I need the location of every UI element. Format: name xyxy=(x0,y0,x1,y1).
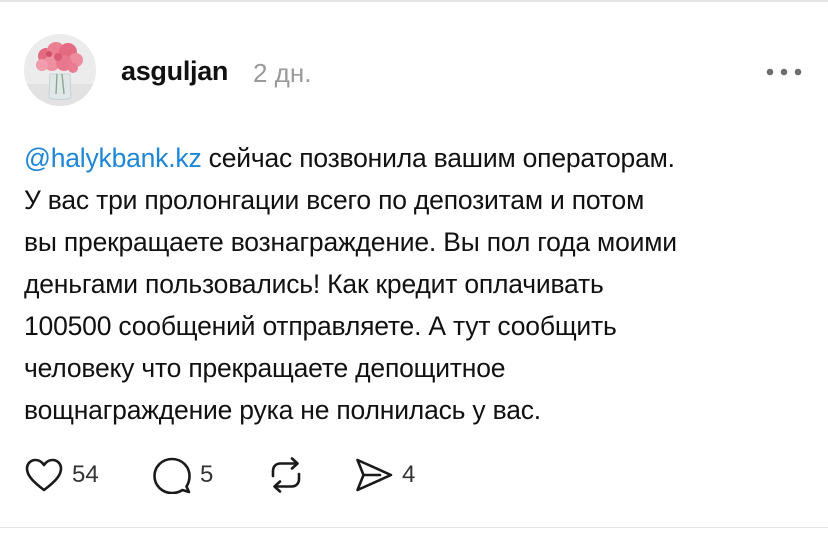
post-text-segment: сейчас позвонила вашим операторам. xyxy=(201,143,675,173)
share-count: 4 xyxy=(402,461,416,488)
avatar[interactable] xyxy=(24,34,96,106)
like-count: 54 xyxy=(72,461,99,488)
mention-link[interactable]: @halykbank.kz xyxy=(24,143,202,173)
top-divider xyxy=(0,0,828,2)
post-timestamp: 2 дн. xyxy=(253,58,312,88)
reply-button[interactable]: 5 xyxy=(152,455,213,495)
post-body: @halykbank.kz сейчас позвонила вашим опе… xyxy=(24,137,814,431)
avatar-image xyxy=(24,34,96,106)
post-line: вы прекращаете вознаграждение. Вы пол го… xyxy=(24,227,677,257)
post-line: человеку что прекращаете депощитное xyxy=(24,353,506,383)
post-line: @halykbank.kz сейчас позвонила вашим опе… xyxy=(24,137,814,179)
post-line: вощнаграждение рука не полнилась у вас. xyxy=(24,395,541,425)
reply-count: 5 xyxy=(200,461,214,488)
share-button[interactable]: 4 xyxy=(354,455,415,495)
share-send-icon xyxy=(356,458,393,492)
bottom-divider xyxy=(0,527,828,528)
repost-icon xyxy=(271,457,301,493)
like-button[interactable]: 54 xyxy=(24,455,99,495)
post-line: деньгами пользовались! Как кредит оплачи… xyxy=(24,269,604,299)
more-options-icon xyxy=(766,68,802,76)
post-line: У вас три пролонгации всего по депозитам… xyxy=(24,185,645,215)
heart-icon xyxy=(25,458,63,492)
repost-button[interactable] xyxy=(266,455,306,495)
post-line: 100500 сообщений отправляете. А тут сооб… xyxy=(24,311,617,341)
username[interactable]: asguljan xyxy=(121,56,228,87)
more-options-button[interactable] xyxy=(762,64,806,80)
reply-bubble-icon xyxy=(153,457,191,494)
